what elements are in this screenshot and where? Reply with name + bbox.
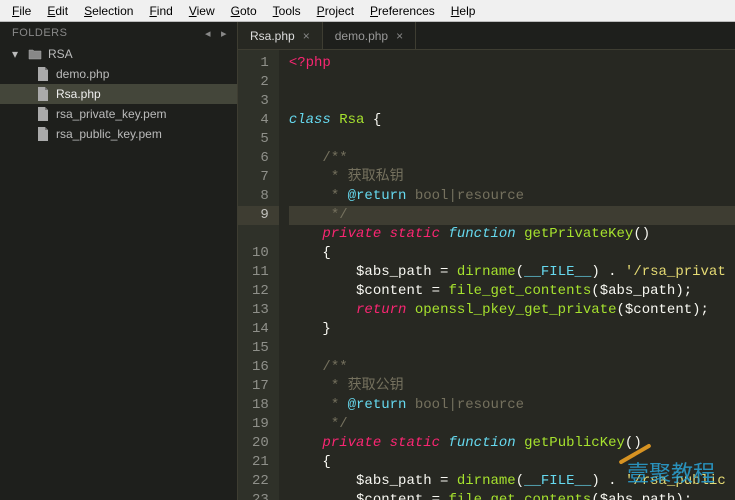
sidebar-header: FOLDERS ◂ ▸: [0, 22, 237, 42]
menu-item-selection[interactable]: Selection: [76, 2, 141, 19]
tree-file[interactable]: rsa_public_key.pem: [0, 124, 237, 144]
close-icon[interactable]: ×: [396, 29, 403, 43]
menu-item-help[interactable]: Help: [443, 2, 484, 19]
tree-file[interactable]: Rsa.php: [0, 84, 237, 104]
tree-file-label: Rsa.php: [56, 87, 101, 101]
tree-file-label: demo.php: [56, 67, 109, 81]
tab[interactable]: demo.php ×: [323, 22, 416, 49]
line-gutter: 1 2 3 4 5 6 7 8 9 10 11 12 13 14 15 16 1…: [238, 50, 279, 500]
menu-item-find[interactable]: Find: [141, 2, 180, 19]
code-area[interactable]: 1 2 3 4 5 6 7 8 9 10 11 12 13 14 15 16 1…: [238, 50, 735, 500]
tree-folder-root[interactable]: ▾ RSA: [0, 44, 237, 64]
sidebar: FOLDERS ◂ ▸ ▾ RSA demo.php Rsa.php rsa_pri…: [0, 22, 238, 500]
code-content[interactable]: <?php class Rsa { /** * 获取私钥 * @return b…: [279, 50, 735, 500]
menu-bar: FileEditSelectionFindViewGotoToolsProjec…: [0, 0, 735, 22]
menu-item-tools[interactable]: Tools: [265, 2, 309, 19]
file-tree: ▾ RSA demo.php Rsa.php rsa_private_key.pem…: [0, 42, 237, 144]
file-icon: [36, 107, 50, 121]
menu-item-goto[interactable]: Goto: [223, 2, 265, 19]
tab-bar: Rsa.php × demo.php ×: [238, 22, 735, 50]
tree-file-label: rsa_private_key.pem: [56, 107, 167, 121]
chevron-right-icon[interactable]: ▸: [217, 26, 231, 40]
tab-label: Rsa.php: [250, 29, 295, 43]
tree-file[interactable]: rsa_private_key.pem: [0, 104, 237, 124]
file-icon: [36, 87, 50, 101]
menu-item-edit[interactable]: Edit: [39, 2, 76, 19]
main-split: FOLDERS ◂ ▸ ▾ RSA demo.php Rsa.php rsa_pri…: [0, 22, 735, 500]
editor: Rsa.php × demo.php × 1 2 3 4 5 6 7 8 9 10 1…: [238, 22, 735, 500]
chevron-left-icon[interactable]: ◂: [201, 26, 215, 40]
tab-label: demo.php: [335, 29, 388, 43]
tree-file-label: rsa_public_key.pem: [56, 127, 162, 141]
close-icon[interactable]: ×: [303, 29, 310, 43]
file-icon: [36, 67, 50, 81]
menu-item-file[interactable]: File: [4, 2, 39, 19]
tree-folder-label: RSA: [48, 47, 73, 61]
folder-collapse-icon: ▾: [8, 47, 22, 61]
menu-item-preferences[interactable]: Preferences: [362, 2, 443, 19]
tree-file[interactable]: demo.php: [0, 64, 237, 84]
tab[interactable]: Rsa.php ×: [238, 22, 323, 49]
folder-icon: [28, 47, 42, 61]
file-icon: [36, 127, 50, 141]
sidebar-title: FOLDERS: [12, 27, 67, 39]
sidebar-controls: ◂ ▸: [201, 26, 231, 40]
menu-item-view[interactable]: View: [181, 2, 223, 19]
menu-item-project[interactable]: Project: [309, 2, 362, 19]
